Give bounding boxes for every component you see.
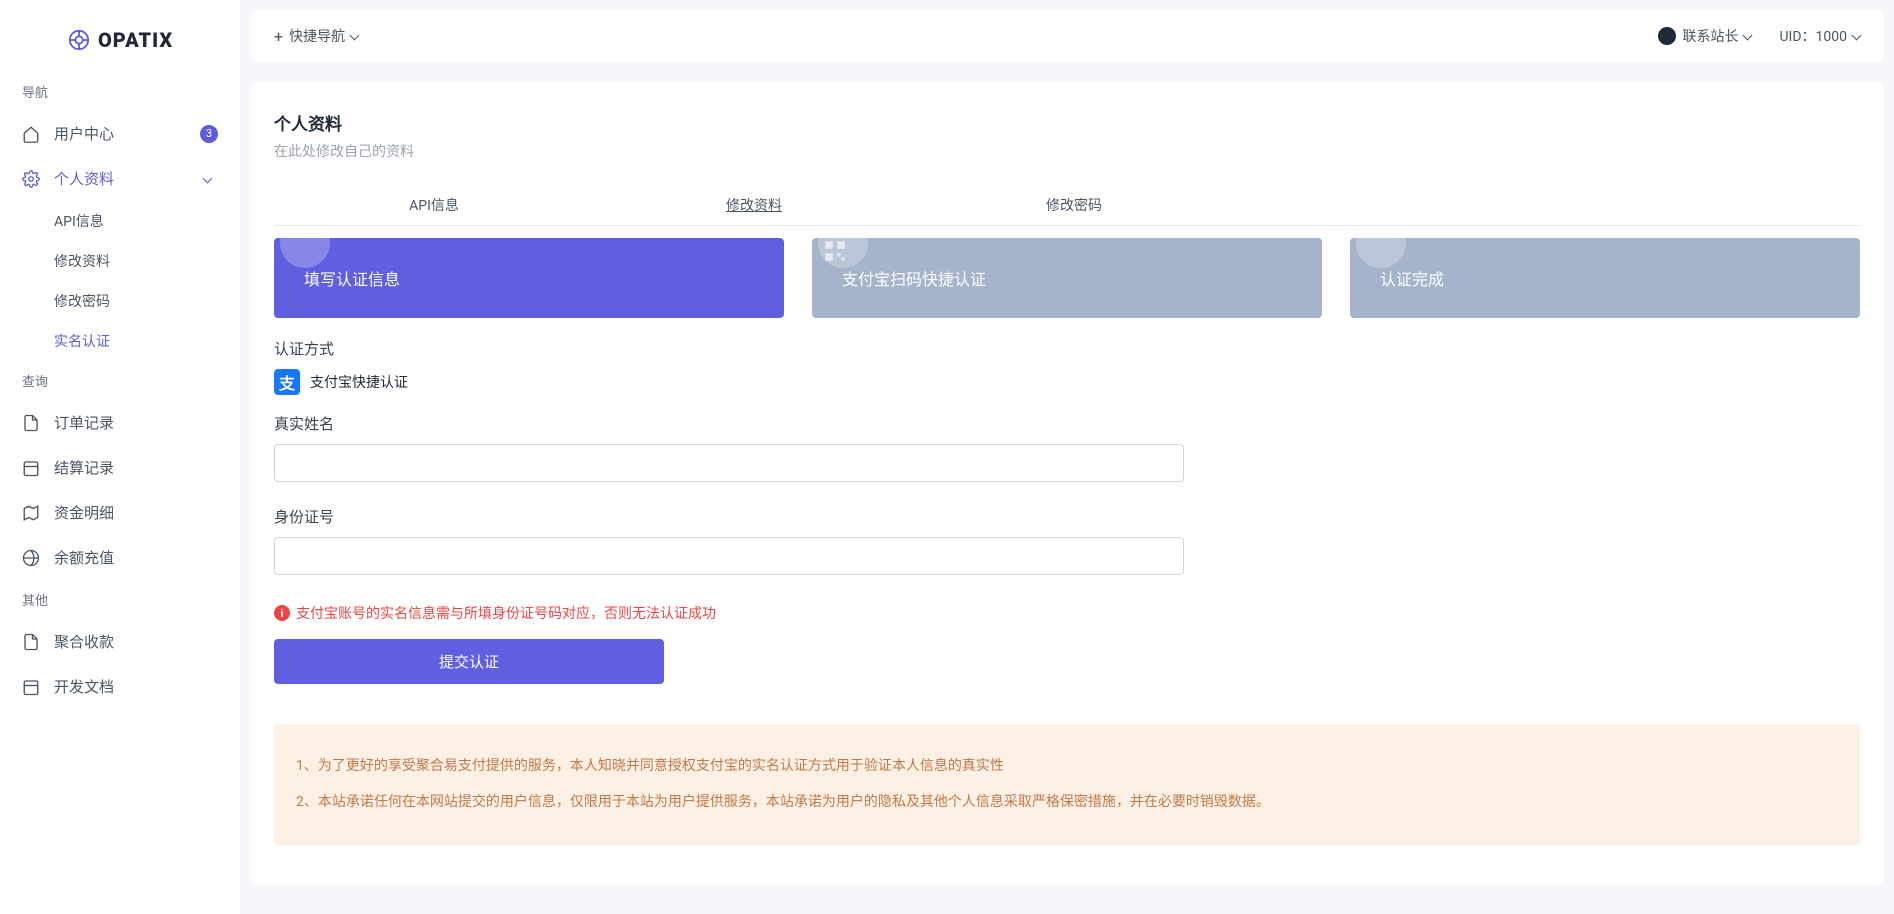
notification-badge: 3 bbox=[200, 125, 218, 143]
content-card: 个人资料 在此处修改自己的资料 API信息 修改资料 修改密码 填写认证信息 支… bbox=[250, 82, 1884, 885]
logo-icon bbox=[68, 29, 90, 51]
steps-bar: 填写认证信息 支付宝扫码快捷认证 认证完成 bbox=[274, 238, 1860, 318]
sidebar: OPATIX 导航 用户中心 3 个人资料 API信息 修改资料 修改密码 实名… bbox=[0, 0, 240, 914]
uid-dropdown[interactable]: UID：1000 bbox=[1779, 26, 1860, 46]
globe-icon bbox=[22, 549, 40, 567]
avatar-icon bbox=[1658, 27, 1676, 45]
quick-nav-button[interactable]: + 快捷导航 bbox=[274, 26, 358, 46]
real-name-label: 真实姓名 bbox=[274, 413, 1860, 434]
calendar-icon bbox=[22, 678, 40, 696]
step-2-label: 支付宝扫码快捷认证 bbox=[842, 270, 986, 289]
sidebar-item-orders[interactable]: 订单记录 bbox=[0, 400, 240, 445]
brand-logo[interactable]: OPATIX bbox=[0, 0, 240, 72]
sidebar-item-label: 订单记录 bbox=[54, 412, 218, 433]
chevron-down-icon bbox=[204, 172, 218, 186]
uid-label: UID：1000 bbox=[1779, 26, 1847, 46]
sidebar-item-label: 个人资料 bbox=[54, 168, 190, 189]
submit-button[interactable]: 提交认证 bbox=[274, 639, 664, 684]
sidebar-item-profile[interactable]: 个人资料 bbox=[0, 156, 240, 201]
notice-box: 1、为了更好的享受聚合易支付提供的服务，本人知晓并同意授权支付宝的实名认证方式用… bbox=[274, 724, 1860, 845]
tabs-bar: API信息 修改资料 修改密码 bbox=[274, 185, 1860, 226]
map-icon bbox=[22, 504, 40, 522]
step-1-label: 填写认证信息 bbox=[304, 270, 400, 289]
sidebar-item-user-center[interactable]: 用户中心 3 bbox=[0, 111, 240, 156]
auth-method-alipay[interactable]: 支 支付宝快捷认证 bbox=[274, 369, 1860, 395]
step-1: 填写认证信息 bbox=[274, 238, 784, 318]
sidebar-item-label: 结算记录 bbox=[54, 457, 218, 478]
sidebar-item-label: 用户中心 bbox=[54, 123, 186, 144]
sub-item-edit-profile[interactable]: 修改资料 bbox=[20, 241, 240, 281]
home-icon bbox=[22, 125, 40, 143]
sidebar-item-aggregate[interactable]: 聚合收款 bbox=[0, 619, 240, 664]
sidebar-item-label: 开发文档 bbox=[54, 676, 218, 697]
tab-edit-profile[interactable]: 修改资料 bbox=[594, 185, 914, 225]
chevron-down-icon bbox=[1743, 30, 1753, 40]
settings-icon bbox=[22, 170, 40, 188]
method-label: 认证方式 bbox=[274, 338, 1860, 359]
nav-section-nav: 导航 bbox=[0, 72, 240, 111]
quick-nav-label: 快捷导航 bbox=[289, 26, 345, 46]
nav-section-query: 查询 bbox=[0, 361, 240, 400]
id-number-input[interactable] bbox=[274, 537, 1184, 575]
sidebar-item-label: 余额充值 bbox=[54, 547, 218, 568]
sidebar-item-docs[interactable]: 开发文档 bbox=[0, 664, 240, 709]
main-area: + 快捷导航 联系站长 UID：1000 个人资料 在此处修改自己的资料 API… bbox=[240, 0, 1894, 895]
step-3-label: 认证完成 bbox=[1380, 270, 1444, 289]
brand-text: OPATIX bbox=[98, 28, 173, 52]
page-subtitle: 在此处修改自己的资料 bbox=[274, 141, 1860, 161]
qr-icon bbox=[822, 238, 848, 264]
sidebar-item-recharge[interactable]: 余额充值 bbox=[0, 535, 240, 580]
alipay-label: 支付宝快捷认证 bbox=[310, 372, 408, 392]
file-icon bbox=[22, 633, 40, 651]
nav-section-other: 其他 bbox=[0, 580, 240, 619]
alipay-icon: 支 bbox=[274, 369, 300, 395]
topbar-right: 联系站长 UID：1000 bbox=[1658, 26, 1860, 46]
real-name-input[interactable] bbox=[274, 444, 1184, 482]
sub-item-realname[interactable]: 实名认证 bbox=[20, 321, 240, 361]
tab-api[interactable]: API信息 bbox=[274, 185, 594, 225]
chevron-down-icon bbox=[1852, 30, 1862, 40]
notice-line-1: 1、为了更好的享受聚合易支付提供的服务，本人知晓并同意授权支付宝的实名认证方式用… bbox=[296, 748, 1838, 784]
notice-line-2: 2、本站承诺任何在本网站提交的用户信息，仅限用于本站为用户提供服务，本站承诺为用… bbox=[296, 784, 1838, 820]
sidebar-item-funds[interactable]: 资金明细 bbox=[0, 490, 240, 535]
plus-icon: + bbox=[274, 27, 283, 46]
sidebar-item-label: 资金明细 bbox=[54, 502, 218, 523]
sub-item-edit-pwd[interactable]: 修改密码 bbox=[20, 281, 240, 321]
sub-item-api[interactable]: API信息 bbox=[20, 201, 240, 241]
profile-submenu: API信息 修改资料 修改密码 实名认证 bbox=[0, 201, 240, 361]
page-title: 个人资料 bbox=[274, 110, 1860, 135]
contact-admin-button[interactable]: 联系站长 bbox=[1658, 26, 1751, 46]
sidebar-item-label: 聚合收款 bbox=[54, 631, 218, 652]
contact-label: 联系站长 bbox=[1682, 26, 1738, 46]
calendar-icon bbox=[22, 459, 40, 477]
tab-edit-pwd[interactable]: 修改密码 bbox=[914, 185, 1234, 225]
step-2: 支付宝扫码快捷认证 bbox=[812, 238, 1322, 318]
warning-message: i 支付宝账号的实名信息需与所填身份证号码对应，否则无法认证成功 bbox=[274, 603, 1860, 623]
step-3: 认证完成 bbox=[1350, 238, 1860, 318]
warning-text: 支付宝账号的实名信息需与所填身份证号码对应，否则无法认证成功 bbox=[296, 603, 716, 623]
id-label: 身份证号 bbox=[274, 506, 1860, 527]
info-icon: i bbox=[274, 605, 290, 621]
file-icon bbox=[22, 414, 40, 432]
auth-form: 认证方式 支 支付宝快捷认证 真实姓名 身份证号 i 支付宝账号的实名信息需与所… bbox=[274, 338, 1860, 684]
chevron-down-icon bbox=[350, 30, 360, 40]
sidebar-item-settlements[interactable]: 结算记录 bbox=[0, 445, 240, 490]
topbar: + 快捷导航 联系站长 UID：1000 bbox=[250, 10, 1884, 62]
